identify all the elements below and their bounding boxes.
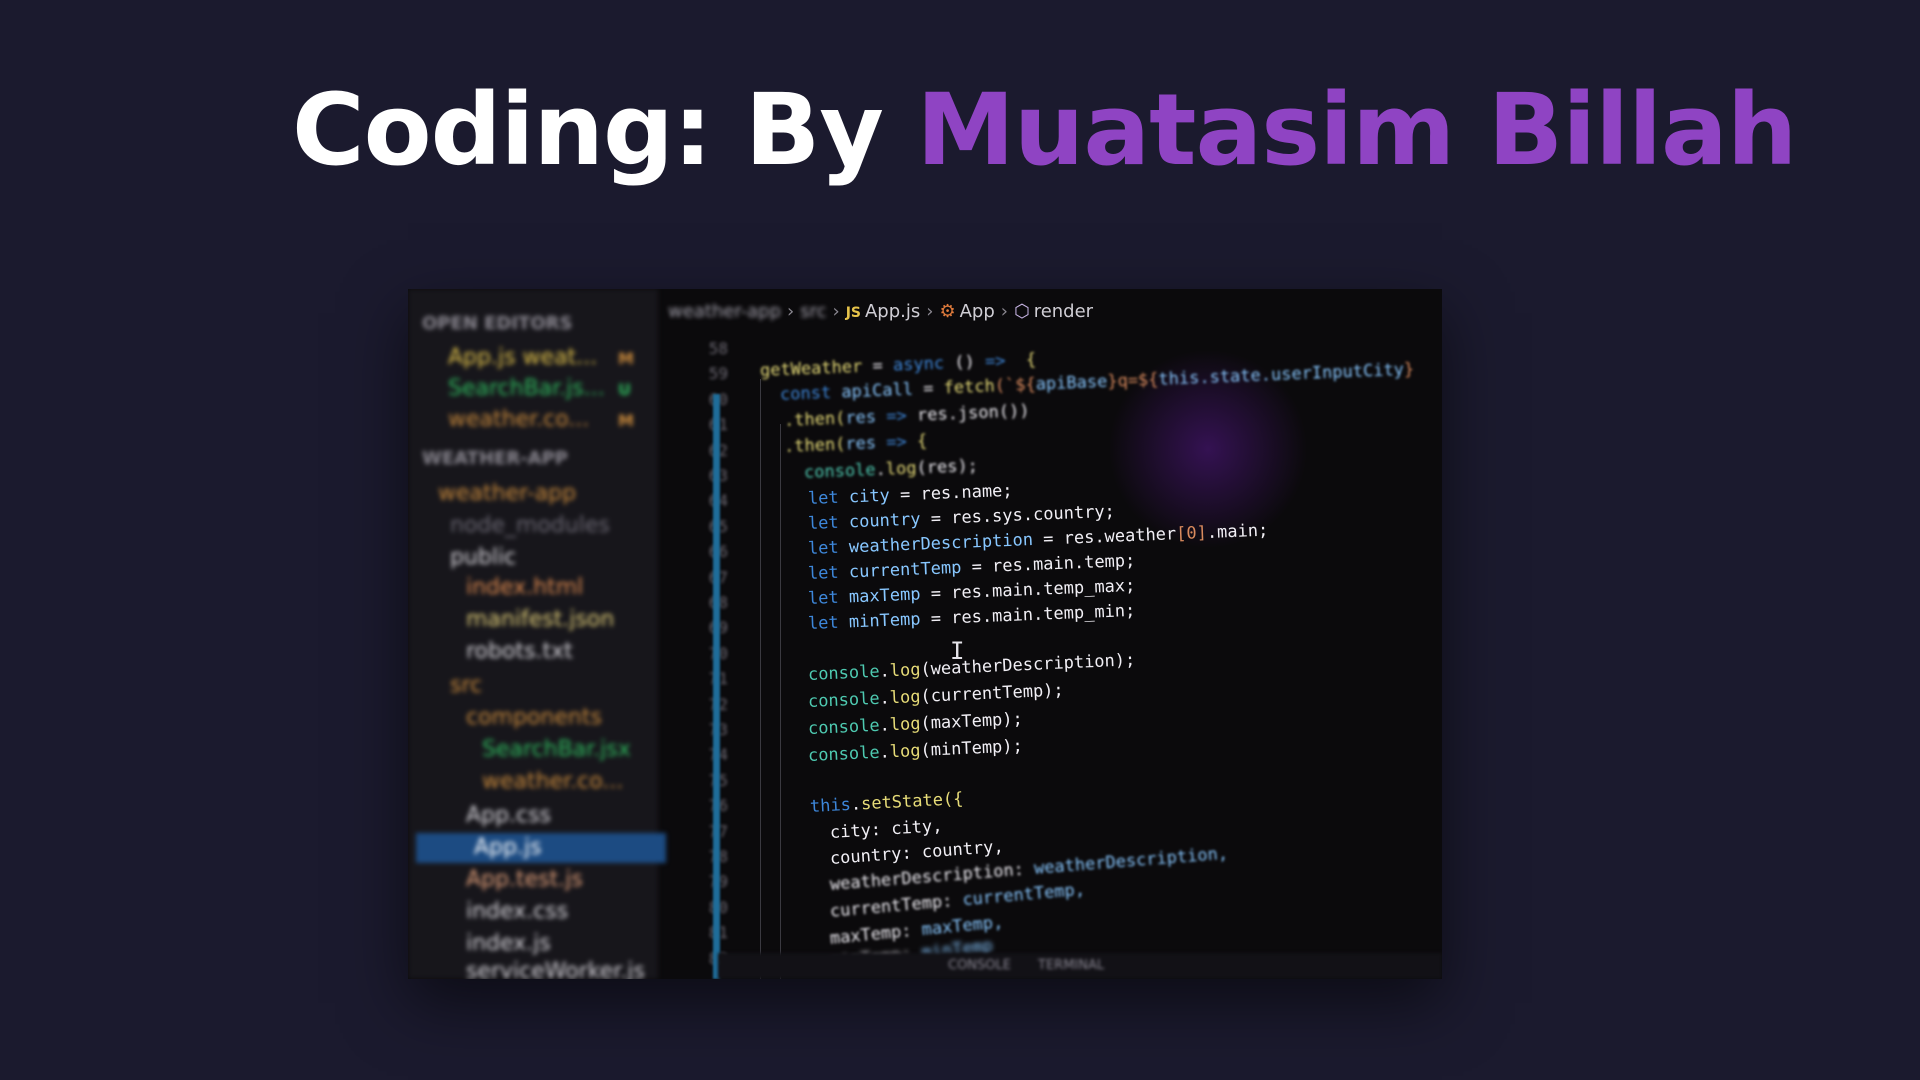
code-line: console.log(weatherDescription);	[807, 650, 1136, 685]
title-author-name: Muatasim Billah	[916, 73, 1797, 188]
code-line: console.log(minTemp);	[807, 736, 1024, 766]
tab-console: CONSOLE	[948, 958, 1011, 973]
code-line: .then(res => {	[783, 431, 928, 457]
code-line: let city = res.name;	[807, 480, 1013, 509]
code-line: city: city,	[829, 816, 943, 843]
code-line: console.log(currentTemp);	[807, 680, 1065, 712]
code-line: this.setState({	[809, 788, 964, 817]
code-line: console.log(maxTemp);	[807, 709, 1024, 739]
bottom-panel-tabs: CONSOLE TERMINAL	[718, 953, 1442, 979]
code-line: console.log(res);	[803, 456, 979, 483]
tab-terminal: TERMINAL	[1038, 958, 1105, 973]
text-cursor-icon: I	[950, 637, 965, 665]
code-line: .then(res => res.json())	[783, 401, 1030, 431]
page-title: Coding: By Muatasim Billah	[292, 72, 1797, 191]
code-screenshot: OPEN EDITORS App.js weat... M SearchBar.…	[408, 289, 1442, 979]
title-prefix: Coding: By	[292, 73, 917, 188]
code-editor: getWeather = async () => { const apiCall…	[408, 289, 1442, 979]
